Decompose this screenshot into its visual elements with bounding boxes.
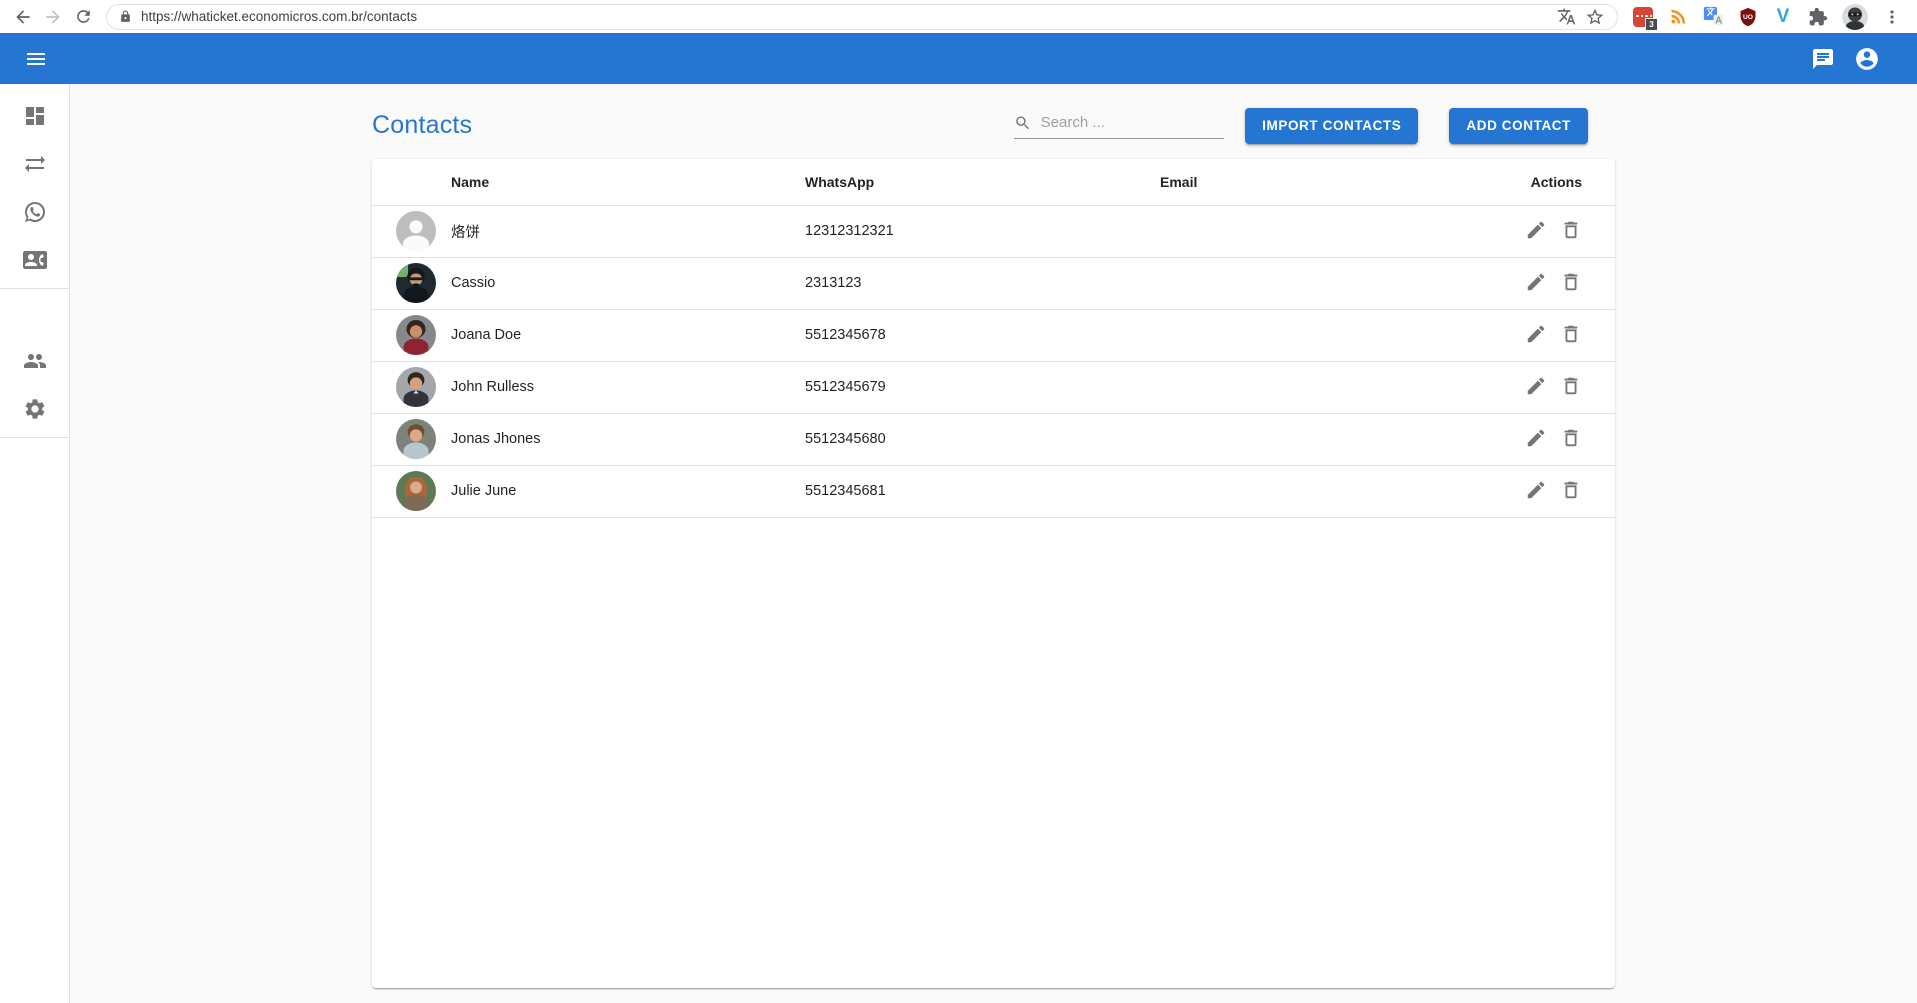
ublock-extension-icon[interactable]: UO [1737, 6, 1759, 28]
avatar [396, 211, 436, 251]
bookmark-star-icon[interactable] [1585, 7, 1605, 27]
delete-icon[interactable] [1560, 323, 1582, 348]
contact-name: Jonas Jhones [451, 413, 805, 465]
back-icon[interactable] [8, 2, 38, 32]
contact-name: Joana Doe [451, 309, 805, 361]
table-row: Cassio 2313123 [372, 257, 1615, 309]
contacts-table: Name WhatsApp Email Actions [372, 159, 1615, 518]
delete-icon[interactable] [1560, 271, 1582, 296]
avatar [396, 315, 436, 355]
comments-extension-icon[interactable]: 3 [1632, 6, 1654, 28]
avatar [396, 263, 436, 303]
contact-email [1160, 413, 1460, 465]
browser-toolbar: https://whaticket.economicros.com.br/con… [0, 0, 1917, 33]
connections-icon [23, 152, 47, 176]
delete-icon[interactable] [1560, 479, 1582, 504]
rss-extension-icon[interactable] [1667, 6, 1689, 28]
sidebar-item-users[interactable] [0, 337, 69, 385]
contact-email [1160, 465, 1460, 517]
v-extension-icon[interactable]: V [1772, 6, 1794, 28]
contact-email [1160, 309, 1460, 361]
extensions-area: 3 UO V [1626, 4, 1909, 30]
account-circle-icon[interactable] [1845, 37, 1889, 81]
contact-email [1160, 361, 1460, 413]
url-text: https://whaticket.economicros.com.br/con… [141, 9, 1548, 24]
forward-icon[interactable] [38, 2, 68, 32]
add-contact-button[interactable]: ADD CONTACT [1449, 108, 1588, 144]
search-input[interactable] [1041, 114, 1225, 131]
contacts-book-icon [23, 248, 47, 272]
edit-icon[interactable] [1525, 427, 1547, 452]
reload-icon[interactable] [68, 2, 98, 32]
contacts-card: Name WhatsApp Email Actions [372, 159, 1615, 988]
app-bar [0, 33, 1917, 84]
email-column-header: Email [1160, 159, 1460, 205]
table-row: Julie June 5512345681 [372, 465, 1615, 517]
browser-menu-icon[interactable] [1881, 6, 1903, 28]
avatar [396, 471, 436, 511]
address-bar[interactable]: https://whaticket.economicros.com.br/con… [106, 4, 1618, 30]
translate-page-icon[interactable] [1557, 7, 1576, 26]
contact-email [1160, 205, 1460, 257]
contact-name: Julie June [451, 465, 805, 517]
contact-whatsapp: 12312312321 [805, 205, 1160, 257]
contact-whatsapp: 5512345680 [805, 413, 1160, 465]
menu-hamburger-icon[interactable] [14, 37, 58, 81]
import-contacts-button[interactable]: IMPORT CONTACTS [1245, 108, 1418, 144]
edit-icon[interactable] [1525, 375, 1547, 400]
delete-icon[interactable] [1560, 375, 1582, 400]
lock-icon [119, 10, 132, 23]
sidebar-item-tickets[interactable] [0, 188, 69, 236]
search-icon [1014, 113, 1031, 133]
sidebar-divider [0, 437, 69, 438]
table-row: Jonas Jhones 5512345680 [372, 413, 1615, 465]
contact-name: John Rulless [451, 361, 805, 413]
edit-icon[interactable] [1525, 219, 1547, 244]
actions-column-header: Actions [1460, 159, 1615, 205]
dashboard-icon [23, 104, 47, 128]
whatsapp-icon [23, 200, 47, 224]
extension-badge: 3 [1645, 18, 1658, 31]
edit-icon[interactable] [1525, 479, 1547, 504]
contact-whatsapp: 5512345679 [805, 361, 1160, 413]
table-row: Joana Doe 5512345678 [372, 309, 1615, 361]
edit-icon[interactable] [1525, 271, 1547, 296]
profile-avatar[interactable] [1842, 4, 1868, 30]
delete-icon[interactable] [1560, 427, 1582, 452]
table-header-row: Name WhatsApp Email Actions [372, 159, 1615, 205]
contact-email [1160, 257, 1460, 309]
whatsapp-column-header: WhatsApp [805, 159, 1160, 205]
main-content: Contacts IMPORT CONTACTS ADD CONTACT [70, 84, 1917, 1003]
avatar [396, 419, 436, 459]
chat-icon[interactable] [1801, 37, 1845, 81]
sidebar-item-settings[interactable] [0, 385, 69, 433]
name-column-header: Name [451, 159, 805, 205]
avatar [396, 367, 436, 407]
contact-whatsapp: 5512345681 [805, 465, 1160, 517]
avatar-column-header [372, 159, 451, 205]
sidebar-item-contacts[interactable] [0, 236, 69, 284]
page-header: Contacts IMPORT CONTACTS ADD CONTACT [372, 107, 1615, 144]
table-row: John Rulless 5512345679 [372, 361, 1615, 413]
sidebar-divider [0, 288, 69, 289]
search-box[interactable] [1014, 113, 1224, 139]
contact-name: 烙饼 [451, 205, 805, 257]
edit-icon[interactable] [1525, 323, 1547, 348]
svg-text:UO: UO [1743, 14, 1753, 21]
sidebar [0, 84, 70, 1003]
contact-name: Cassio [451, 257, 805, 309]
table-row: 烙饼 12312312321 [372, 205, 1615, 257]
sidebar-item-dashboard[interactable] [0, 92, 69, 140]
contact-whatsapp: 5512345678 [805, 309, 1160, 361]
translate-extension-icon[interactable] [1702, 6, 1724, 28]
settings-gear-icon [23, 397, 47, 421]
contact-whatsapp: 2313123 [805, 257, 1160, 309]
delete-icon[interactable] [1560, 219, 1582, 244]
extensions-puzzle-icon[interactable] [1807, 6, 1829, 28]
sidebar-item-connections[interactable] [0, 140, 69, 188]
users-icon [23, 349, 47, 373]
page-title: Contacts [372, 111, 472, 140]
